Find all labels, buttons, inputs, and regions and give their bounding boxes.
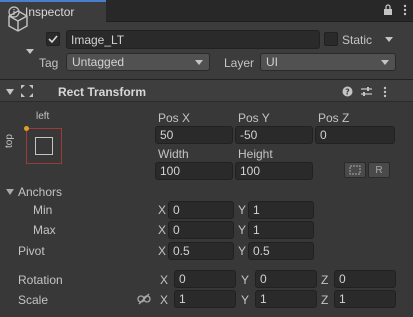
pos-x-field[interactable]: 50 [155, 126, 233, 144]
min-y-axis: Y [238, 203, 247, 217]
rot-y-axis: Y [241, 273, 250, 287]
tag-label: Tag [39, 56, 59, 70]
rect-transform-icon [21, 85, 33, 97]
svg-text:?: ? [345, 88, 350, 97]
cube-icon[interactable] [6, 9, 30, 33]
width-field[interactable]: 100 [155, 162, 233, 180]
rot-z-field[interactable]: 0 [334, 270, 396, 288]
lock-icon[interactable] [383, 4, 393, 16]
menu-icon[interactable] [403, 4, 407, 16]
scale-label: Scale [18, 293, 49, 307]
pivot-label: Pivot [18, 244, 45, 258]
pivot-y-field[interactable]: 0.5 [248, 242, 314, 260]
height-label: Height [238, 147, 273, 161]
scale-x-field[interactable]: 1 [174, 290, 236, 308]
max-x-axis: X [158, 223, 167, 237]
icon-dropdown-arrow[interactable] [26, 49, 34, 54]
layer-value: UI [266, 55, 278, 69]
pos-y-field[interactable]: -50 [235, 126, 313, 144]
static-checkbox[interactable] [324, 32, 338, 46]
raw-edit-button[interactable]: R [368, 162, 390, 178]
anchors-label[interactable]: Anchors [18, 185, 62, 199]
width-label: Width [158, 147, 189, 161]
name-field[interactable]: Image_LT [66, 30, 320, 49]
min-y-field[interactable]: 1 [248, 201, 314, 219]
checkmark-icon [48, 35, 58, 44]
raw-edit-label: R [375, 164, 383, 176]
blueprint-mode-button[interactable] [344, 162, 366, 178]
anchors-foldout-icon[interactable] [6, 189, 14, 195]
active-checkbox[interactable] [46, 32, 60, 46]
max-x-field[interactable]: 0 [168, 221, 234, 239]
blueprint-icon [349, 165, 361, 175]
static-label: Static [342, 33, 373, 47]
height-field[interactable]: 100 [235, 162, 313, 180]
rotation-label: Rotation [18, 273, 63, 287]
layer-label: Layer [224, 56, 255, 70]
pos-z-field[interactable]: 0 [315, 126, 395, 144]
anchor-presets-button[interactable] [24, 126, 62, 164]
pos-x-label: Pos X [158, 111, 191, 125]
tab-label: Inspector [25, 5, 75, 19]
max-y-field[interactable]: 1 [248, 221, 314, 239]
anchor-vertical-label: top [4, 134, 15, 148]
anchor-horizontal-label: left [36, 111, 50, 122]
rot-z-axis: Z [321, 273, 329, 287]
pivot-x-field[interactable]: 0.5 [168, 242, 234, 260]
anchor-rect [35, 137, 53, 155]
pivot-x-axis: X [158, 244, 167, 258]
component-title: Rect Transform [58, 85, 147, 99]
more-icon[interactable] [383, 86, 387, 98]
min-x-axis: X [158, 203, 167, 217]
static-dropdown[interactable] [385, 37, 393, 42]
rot-y-field[interactable]: 0 [255, 270, 317, 288]
min-x-field[interactable]: 0 [168, 201, 234, 219]
collapse-icon[interactable] [6, 88, 14, 96]
layer-dropdown[interactable]: UI [260, 53, 396, 71]
help-icon[interactable]: ? [342, 86, 353, 97]
scale-z-field[interactable]: 1 [334, 290, 396, 308]
rot-x-field[interactable]: 0 [174, 270, 236, 288]
tag-value: Untagged [72, 55, 125, 69]
tag-dropdown[interactable]: Untagged [66, 53, 210, 71]
scale-y-field[interactable]: 1 [255, 290, 317, 308]
rot-x-axis: X [160, 273, 169, 287]
constrain-proportions-icon[interactable] [137, 293, 151, 305]
pos-z-label: Pos Z [318, 111, 350, 125]
scale-y-axis: Y [241, 293, 250, 307]
pos-y-label: Pos Y [238, 111, 270, 125]
presets-icon[interactable] [361, 86, 372, 97]
min-label: Min [33, 203, 53, 217]
anchor-dot [24, 126, 29, 131]
max-label: Max [33, 223, 56, 237]
scale-x-axis: X [160, 293, 169, 307]
pivot-y-axis: Y [238, 244, 247, 258]
tab-bar: Inspector [0, 0, 413, 22]
max-y-axis: Y [238, 223, 247, 237]
scale-z-axis: Z [321, 293, 329, 307]
